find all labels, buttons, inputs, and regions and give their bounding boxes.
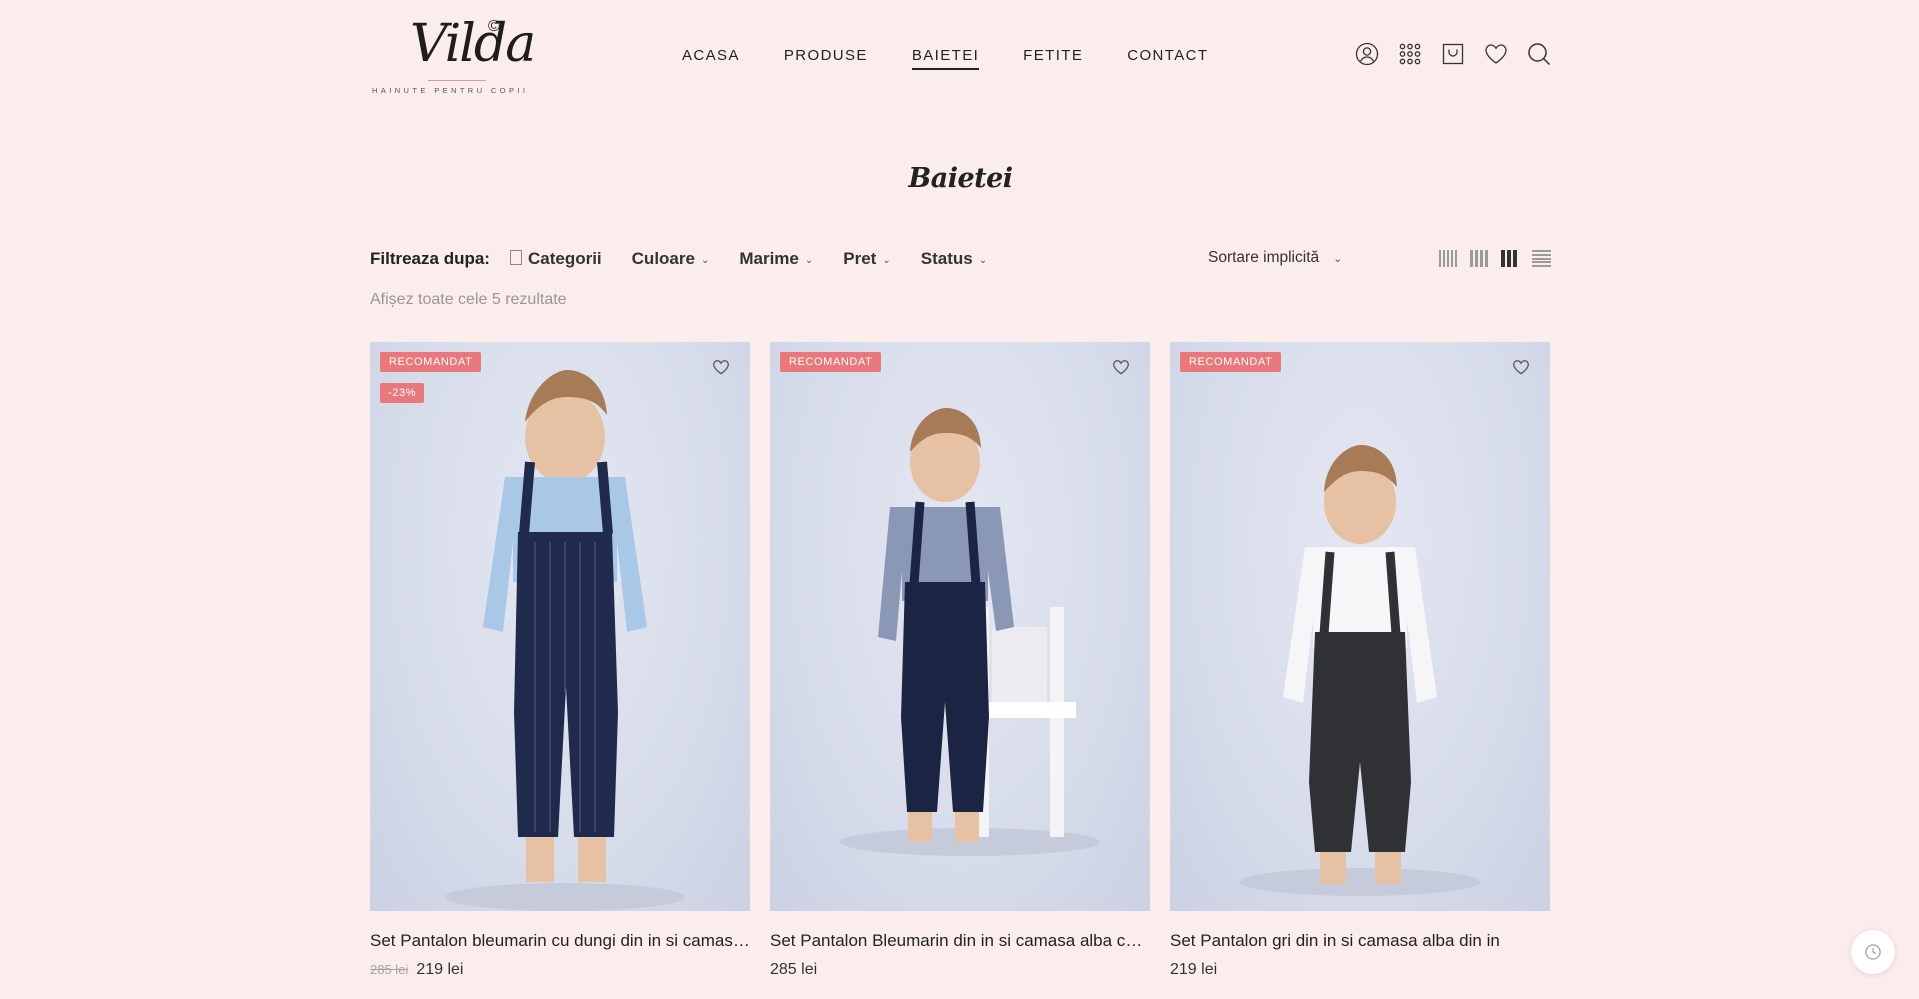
view-switcher (1439, 250, 1551, 267)
filter-categorii[interactable]: Categorii (509, 249, 602, 269)
chevron-down-icon: ⌄ (1333, 252, 1343, 265)
old-price: 285 lei (370, 962, 409, 977)
page-container: Vilda © HAINUTE PENTRU COPII ACASA PRODU… (370, 0, 1551, 978)
product-price: 285 lei 219 lei (370, 961, 750, 979)
nav-item-fetite[interactable]: FETITE (1023, 47, 1083, 70)
product-photo-boy-striped-overalls (445, 370, 685, 911)
nav-item-contact[interactable]: CONTACT (1127, 47, 1208, 70)
recommended-badge: RECOMANDAT (1180, 352, 1282, 372)
current-price: 219 lei (1170, 961, 1218, 978)
product-grid: RECOMANDAT -23% Set Pantalon bleumarin c… (370, 342, 1551, 979)
product-image[interactable]: RECOMANDAT (1170, 342, 1550, 911)
filter-marime[interactable]: Marime ⌄ (739, 249, 813, 269)
site-header: Vilda © HAINUTE PENTRU COPII ACASA PRODU… (370, 0, 1551, 110)
product-image[interactable]: RECOMANDAT (770, 342, 1150, 911)
filter-culoare-label: Culoare (631, 249, 695, 268)
current-price: 285 lei (770, 961, 818, 978)
filter-label: Filtreaza dupa: (370, 249, 490, 268)
view-3-columns-icon[interactable] (1501, 250, 1520, 267)
product-name[interactable]: Set Pantalon Bleumarin din in si camasa … (770, 931, 1150, 951)
filter-pret-label: Pret (843, 249, 877, 268)
wishlist-heart-icon[interactable] (1111, 357, 1131, 377)
recently-viewed-button[interactable] (1851, 930, 1895, 974)
product-photo-boy-navy-overalls-chair (840, 408, 1100, 856)
chevron-down-icon: ⌄ (804, 254, 814, 266)
product-photo-boy-gray-overalls (1240, 445, 1480, 896)
nav-item-acasa[interactable]: ACASA (682, 47, 740, 70)
view-list-icon[interactable] (1532, 250, 1551, 267)
sort-label: Sortare implicită (1208, 249, 1320, 266)
logo-wordmark: Vilda (410, 14, 536, 74)
sort-dropdown[interactable]: Sortare implicită ⌄ (1208, 249, 1342, 267)
discount-badge: -23% (380, 383, 425, 403)
product-card: RECOMANDAT -23% Set Pantalon bleumarin c… (370, 342, 750, 979)
filter-pret[interactable]: Pret ⌄ (843, 249, 890, 269)
logo-copyright-mark: © (488, 18, 500, 35)
chevron-down-icon: ⌄ (700, 254, 710, 266)
grid-menu-icon[interactable] (1398, 42, 1422, 66)
logo-divider (428, 80, 486, 81)
results-count: Afișez toate cele 5 rezultate (370, 291, 567, 308)
filter-bar: Filtreaza dupa: Categorii Culoare ⌄ Mari… (370, 248, 1551, 270)
category-icon (509, 249, 522, 265)
clock-history-icon (1865, 944, 1881, 960)
header-icons (1355, 42, 1551, 66)
filter-marime-label: Marime (739, 249, 799, 268)
nav-item-produse[interactable]: PRODUSE (784, 47, 868, 70)
nav-item-baietei[interactable]: BAIETEI (911, 47, 980, 70)
product-name[interactable]: Set Pantalon gri din in si camasa alba d… (1170, 931, 1550, 951)
site-logo[interactable]: Vilda © HAINUTE PENTRU COPII (370, 14, 536, 96)
product-card: RECOMANDAT Set Pantalon gri din in si ca… (1170, 342, 1550, 979)
page-title: Baietei (908, 163, 1013, 194)
wishlist-heart-icon[interactable] (1484, 42, 1508, 66)
filter-culoare[interactable]: Culoare ⌄ (632, 249, 710, 269)
chevron-down-icon: ⌄ (978, 254, 988, 266)
filter-categorii-label: Categorii (527, 249, 602, 268)
wishlist-heart-icon[interactable] (1511, 357, 1531, 377)
view-5-columns-icon[interactable] (1439, 250, 1458, 267)
product-price: 219 lei (1170, 961, 1550, 979)
view-4-columns-icon[interactable] (1470, 250, 1489, 267)
product-name[interactable]: Set Pantalon bleumarin cu dungi din in s… (370, 931, 750, 951)
current-price: 219 lei (416, 961, 464, 978)
product-price: 285 lei (770, 961, 1150, 979)
product-card: RECOMANDAT Set Pantalon Bleumarin din in… (770, 342, 1150, 979)
recommended-badge: RECOMANDAT (380, 352, 482, 372)
filter-status-label: Status (920, 249, 973, 268)
product-image[interactable]: RECOMANDAT -23% (370, 342, 750, 911)
user-icon[interactable] (1355, 42, 1379, 66)
main-nav: ACASA PRODUSE BAIETEI FETITE CONTACT (682, 47, 1252, 70)
logo-tagline: HAINUTE PENTRU COPII (372, 86, 529, 95)
filter-status[interactable]: Status ⌄ (921, 249, 987, 269)
wishlist-heart-icon[interactable] (711, 357, 731, 377)
recommended-badge: RECOMANDAT (780, 352, 882, 372)
cart-icon[interactable] (1441, 42, 1465, 66)
chevron-down-icon: ⌄ (882, 254, 891, 266)
search-icon[interactable] (1527, 42, 1551, 66)
